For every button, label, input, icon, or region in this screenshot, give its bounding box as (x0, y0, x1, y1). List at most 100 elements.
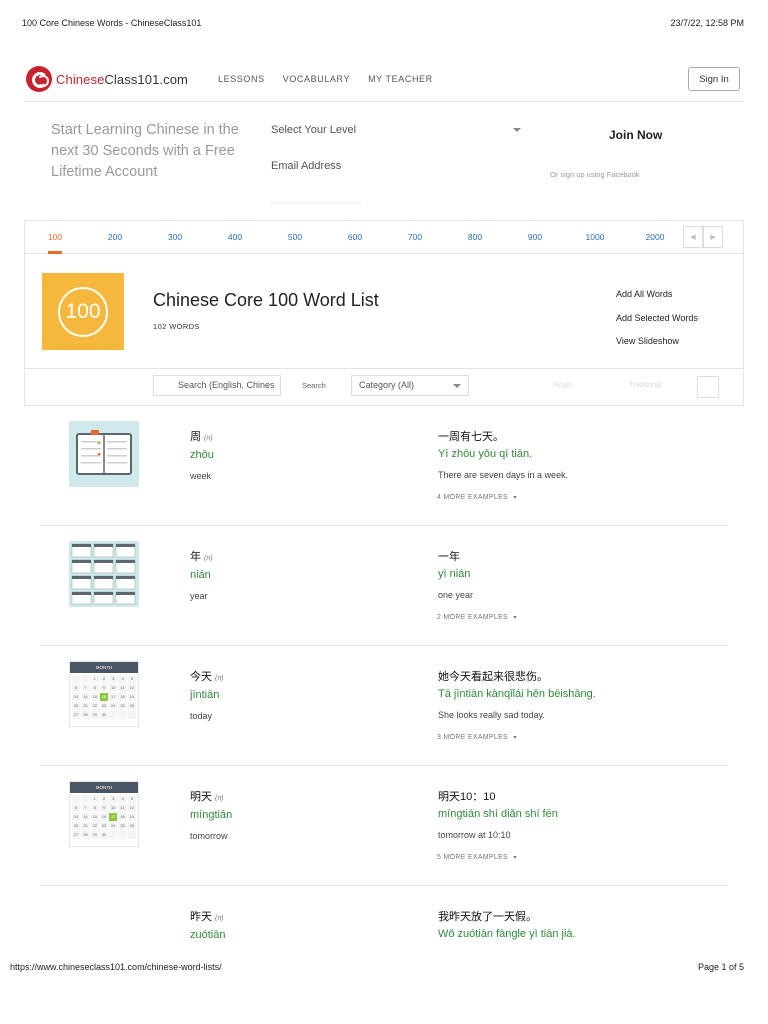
planner-icon (69, 421, 139, 487)
word-list-header: 100 Chinese Core 100 Word List 102 WORDS… (24, 254, 744, 369)
pager-item-700[interactable]: 700 (408, 232, 422, 242)
pager-item-2000[interactable]: 2000 (646, 232, 665, 242)
pager-item-500[interactable]: 500 (288, 232, 302, 242)
chevron-left-icon[interactable]: ◀ (683, 226, 703, 248)
logo-text-chinese: Chinese (56, 71, 105, 87)
word-pinyin[interactable]: jīntiān (190, 689, 219, 701)
nav-lessons[interactable]: LESSONS (218, 74, 265, 84)
facebook-signup-link[interactable]: Or sign up using Facebook (550, 170, 640, 179)
example-pinyin[interactable]: Wǒ zuótiān fàngle yì tiān jià. (438, 928, 576, 940)
chevron-down-icon (513, 495, 518, 499)
top-nav: ChineseClass101.com LESSONS VOCABULARY M… (26, 62, 744, 102)
list-badge: 100 (42, 273, 124, 350)
print-header: 100 Core Chinese Words - ChineseClass101… (22, 18, 744, 28)
pager-item-400[interactable]: 400 (228, 232, 242, 242)
word-hanzi: 年 (190, 551, 201, 563)
part-of-speech: (n) (204, 555, 213, 562)
word-pinyin[interactable]: zhōu (190, 449, 214, 461)
example-english: She looks really sad today. (438, 710, 545, 720)
word-pinyin[interactable]: míngtiān (190, 809, 232, 821)
chevron-down-icon (513, 615, 518, 619)
more-examples-label: 5 MORE EXAMPLES (437, 854, 509, 861)
nav-my-teacher[interactable]: MY TEACHER (368, 74, 433, 84)
view-slideshow-link[interactable]: View Slideshow (616, 330, 698, 354)
category-select[interactable]: Category (All) (351, 375, 469, 396)
part-of-speech: (n) (204, 435, 213, 442)
signup-band: Start Learning Chinese in the next 30 Se… (26, 118, 744, 208)
site-logo[interactable]: ChineseClass101.com (26, 66, 188, 92)
signup-promo: Start Learning Chinese in the next 30 Se… (51, 122, 239, 180)
nav-vocabulary[interactable]: VOCABULARY (283, 74, 350, 84)
page-title: Chinese Core 100 Word List (153, 290, 379, 310)
word-list-pager: 100 200 300 400 500 600 700 800 900 1000… (24, 220, 744, 254)
logo-icon (26, 66, 52, 92)
example-english: one year (438, 590, 474, 600)
more-examples-toggle[interactable]: 4 MORE EXAMPLES (437, 494, 518, 501)
chevron-down-icon (513, 128, 521, 132)
example-hanzi: 明天10：10 (438, 791, 496, 803)
email-field[interactable] (271, 160, 523, 172)
page-number: Page 1 of 5 (697, 962, 744, 972)
pager-item-200[interactable]: 200 (108, 232, 122, 242)
word-english: tomorrow (190, 831, 228, 841)
chevron-down-icon (513, 855, 518, 859)
print-url: https://www.chineseclass101.com/chinese-… (10, 962, 222, 972)
word-pinyin[interactable]: zuótiān (190, 929, 225, 941)
example-hanzi: 一周有七天。 (438, 431, 504, 443)
more-examples-toggle[interactable]: 3 MORE EXAMPLES (437, 734, 518, 741)
list-actions: Add All Words Add Selected Words View Sl… (616, 283, 698, 354)
example-pinyin[interactable]: míngtiān shí diǎn shí fēn (438, 808, 558, 820)
example-english: tomorrow at 10:10 (438, 830, 511, 840)
toggle-switch[interactable] (697, 376, 719, 398)
pinyin-toggle[interactable]: Pinyin (553, 382, 572, 389)
search-button[interactable]: Search (302, 381, 326, 390)
month-calendar-icon: MONTH 12345 6 7 8 9 10 11 12 13 14 15 16 17 18 19 20… (69, 781, 139, 847)
word-english: year (190, 591, 208, 601)
add-all-words-link[interactable]: Add All Words (616, 283, 698, 307)
example-pinyin[interactable]: Tā jīntiān kànqǐlái hěn bēishāng. (438, 688, 596, 700)
example-hanzi: 她今天看起来很悲伤。 (438, 671, 548, 683)
search-input[interactable]: Search (English, Chines (153, 375, 281, 396)
word-english: today (190, 711, 213, 721)
add-selected-words-link[interactable]: Add Selected Words (616, 307, 698, 331)
word-row: 年 (n) nián year 一年 yì nián one year 2 MOR… (40, 526, 728, 646)
traditional-toggle[interactable]: Traditional (629, 382, 661, 389)
example-english: There are seven days in a week. (438, 470, 569, 480)
pager-item-1000[interactable]: 1000 (586, 232, 605, 242)
part-of-speech: (n) (215, 915, 224, 922)
pager-item-900[interactable]: 900 (528, 232, 542, 242)
pager-item-800[interactable]: 800 (468, 232, 482, 242)
print-footer: https://www.chineseclass101.com/chinese-… (10, 962, 744, 972)
month-calendar-icon: MONTH 12345 6 7 8 9 10 11 12 13 14 15 16 17 18 19 20… (69, 661, 139, 727)
year-calendar-icon (69, 541, 139, 607)
nav-links: LESSONS VOCABULARY MY TEACHER (218, 74, 433, 84)
join-now-button[interactable]: Join Now (609, 128, 662, 142)
print-datetime: 23/7/22, 12:58 PM (670, 18, 744, 28)
word-hanzi: 周 (190, 431, 201, 443)
word-hanzi: 明天 (190, 791, 212, 803)
word-row: MONTH 12345 6 7 8 9 10 11 12 13 14 15 16 17 18 19 20… (40, 766, 728, 886)
list-badge-number: 100 (58, 286, 108, 337)
pager-item-300[interactable]: 300 (168, 232, 182, 242)
pager-item-600[interactable]: 600 (348, 232, 362, 242)
more-examples-toggle[interactable]: 2 MORE EXAMPLES (437, 614, 518, 621)
divider (271, 202, 361, 204)
level-select[interactable]: Select Your Level (271, 124, 523, 136)
chevron-right-icon[interactable]: ▶ (703, 226, 723, 248)
part-of-speech: (n) (215, 675, 224, 682)
example-pinyin[interactable]: yì nián (438, 568, 470, 580)
category-select-label: Category (All) (359, 380, 415, 390)
word-pinyin[interactable]: nián (190, 569, 211, 581)
more-examples-toggle[interactable]: 5 MORE EXAMPLES (437, 854, 518, 861)
word-row: 周 (n) zhōu week 一周有七天。 Yī zhōu yǒu qī tiā… (40, 406, 728, 526)
print-title: 100 Core Chinese Words - ChineseClass101 (22, 18, 202, 28)
example-pinyin[interactable]: Yī zhōu yǒu qī tiān. (438, 448, 532, 460)
level-select-label: Select Your Level (271, 124, 357, 136)
word-hanzi: 今天 (190, 671, 212, 683)
word-count: 102 WORDS (153, 322, 200, 331)
word-row: 昨天 (n) zuótiān 我昨天放了一天假。 Wǒ zuótiān fàngl… (40, 886, 728, 946)
word-row: MONTH 12345 6 7 8 9 10 11 12 13 14 15 16 17 18 19 20… (40, 646, 728, 766)
example-hanzi: 一年 (438, 551, 460, 563)
pager-item-100[interactable]: 100 (47, 232, 63, 254)
sign-in-button[interactable]: Sign In (688, 67, 740, 91)
